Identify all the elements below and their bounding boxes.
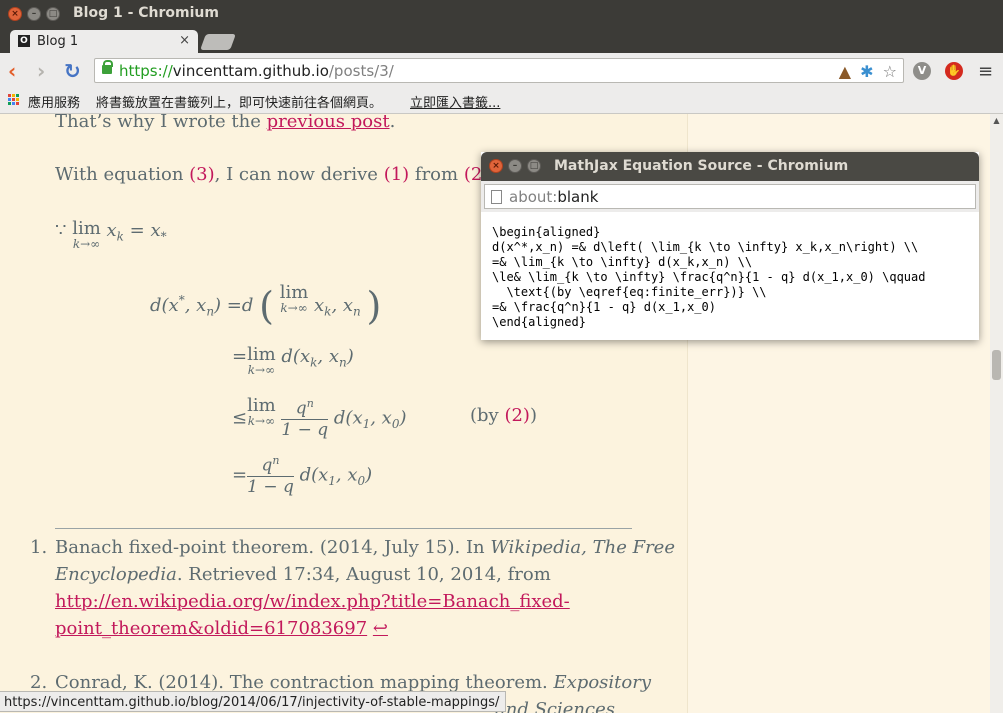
popup-url[interactable]: about:blank [509,188,598,206]
popup-address-area: about:blank [481,181,979,212]
popup-minimize-button[interactable]: – [508,159,522,173]
bookmarks-bar: 應用服務 將書籤放置在書籤列上，即可快速前往各個網頁。 立即匯入書籤... [0,89,1003,114]
reload-button[interactable]: ↻ [64,61,81,81]
tab-label: Blog 1 [37,34,79,49]
latex-source-code: \begin{aligned} d(x^*,x_n) =& d\left( \l… [492,225,926,329]
extension-network-icon[interactable]: ✱ [860,63,873,81]
window-close-button[interactable]: × [8,7,22,21]
eqref-1-link[interactable]: (1) [384,164,410,185]
popup-titlebar: × – □ MathJax Equation Source - Chromium [481,152,979,181]
import-bookmarks-link[interactable]: 立即匯入書籤... [410,92,500,111]
equation-line-3: ≤lim k→∞ qn 1 − q d(x1, x0) [232,395,407,440]
status-bar-url: https://vincenttam.github.io/blog/2014/0… [0,691,507,712]
bookmarks-hint: 將書籤放置在書籤列上，即可快速前往各個網頁。 [96,96,383,111]
paragraph-derive: With equation (3), I can now derive (1) … [55,164,495,185]
eqref-2-tag-link[interactable]: (2) [504,405,530,426]
previous-post-link[interactable]: previous post [267,114,390,132]
extension-v-icon[interactable]: V [913,62,931,80]
window-titlebar: × – □ Blog 1 - Chromium [0,0,1003,28]
scrollbar-thumb[interactable] [992,350,1001,380]
extension-stop-icon[interactable]: ✋ [945,62,963,80]
favicon-icon: O [18,35,30,47]
address-bar-url[interactable]: https://vincenttam.github.io/posts/3/ [119,62,394,80]
mathjax-source-window: × – □ MathJax Equation Source - Chromium… [481,152,979,340]
window-maximize-button[interactable]: □ [46,7,60,21]
apps-icon[interactable] [8,94,20,106]
window-title: Blog 1 - Chromium [73,5,219,21]
back-button[interactable]: ‹ [8,61,16,81]
window-minimize-button[interactable]: – [27,7,41,21]
footnotes-divider [55,528,632,529]
browser-toolbar: ‹ › ↻ https://vincenttam.github.io/posts… [0,53,1003,89]
forward-button[interactable]: › [37,61,45,81]
equation-line-1: d(x*, xn) =d ( lim k→∞ xk, xn ) [150,282,382,329]
tab-blog-1[interactable]: O Blog 1 × [10,30,198,53]
footnote-1: 1. Banach fixed-point theorem. (2014, Ju… [30,537,675,639]
popup-maximize-button[interactable]: □ [527,159,541,173]
equation-line-4: = qn 1 − q d(x1, x0) [232,454,373,497]
apps-bookmark[interactable]: 應用服務 [28,92,80,111]
extension-pyramid-icon[interactable]: ▲ [839,63,851,81]
address-bar[interactable]: https://vincenttam.github.io/posts/3/ ▲ … [94,58,904,83]
page-scrollbar[interactable]: ▲ [990,114,1003,713]
equation-limit: ∵ lim k→∞ xk = x* [55,218,167,251]
page-icon [491,190,502,204]
equation-line-2: =lim k→∞ d(xk, xn) [232,344,354,377]
popup-close-button[interactable]: × [489,159,503,173]
tab-strip: O Blog 1 × [0,28,1003,53]
menu-icon[interactable]: ≡ [978,61,993,82]
scroll-up-icon[interactable]: ▲ [990,116,1003,125]
new-tab-button[interactable] [200,34,236,50]
popup-title: MathJax Equation Source - Chromium [554,158,849,174]
eqref-3-link[interactable]: (3) [189,164,215,185]
footnote-1-url-link-cont[interactable]: point_theorem&oldid=617083697 [55,618,367,639]
paragraph-previous-post: That’s why I wrote the previous post. [55,114,395,132]
tab-close-icon[interactable]: × [179,33,190,48]
footnote-backref-icon[interactable]: ↩ [373,618,388,639]
footnote-1-url-link[interactable]: http://en.wikipedia.org/w/index.php?titl… [55,591,570,612]
popup-address-bar[interactable]: about:blank [484,184,976,209]
bookmark-star-icon[interactable]: ☆ [883,63,897,81]
lock-icon [102,60,113,74]
equation-line-3-tag: (by (2)) [470,405,537,426]
